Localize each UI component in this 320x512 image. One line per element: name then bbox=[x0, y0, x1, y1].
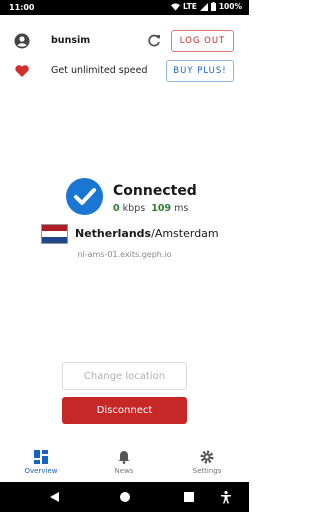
ping-unit: ms bbox=[174, 203, 189, 214]
nav-settings[interactable]: Settings bbox=[172, 450, 242, 475]
disconnect-button[interactable]: Disconnect bbox=[62, 397, 187, 424]
back-icon[interactable] bbox=[48, 490, 62, 504]
accessibility-icon[interactable] bbox=[219, 490, 233, 504]
home-icon[interactable] bbox=[118, 490, 132, 504]
buy-plus-button[interactable]: BUY PLUS! bbox=[166, 60, 234, 82]
netherlands-flag-icon bbox=[41, 224, 68, 244]
exit-host: nl-ams-01.exits.geph.io bbox=[77, 250, 172, 259]
nav-overview-label: Overview bbox=[24, 467, 58, 475]
battery-level: 100% bbox=[218, 2, 242, 11]
logout-button[interactable]: LOG OUT bbox=[171, 30, 234, 52]
location-country: Netherlands bbox=[75, 227, 152, 240]
nav-overview[interactable]: Overview bbox=[6, 450, 76, 475]
nav-news[interactable]: News bbox=[89, 450, 159, 475]
network-type: LTE bbox=[183, 2, 197, 11]
nav-news-label: News bbox=[114, 467, 134, 475]
status-time: 11:00 bbox=[9, 3, 35, 12]
battery-icon bbox=[210, 2, 216, 11]
gear-icon bbox=[200, 450, 214, 464]
system-nav-bar bbox=[0, 482, 249, 512]
location: Netherlands/Amsterdam bbox=[75, 227, 219, 240]
bell-icon bbox=[118, 451, 130, 464]
refresh-icon[interactable] bbox=[146, 33, 162, 49]
connection-title: Connected bbox=[113, 183, 197, 199]
heart-icon bbox=[15, 65, 29, 77]
location-city: Amsterdam bbox=[154, 227, 219, 240]
check-circle-icon bbox=[66, 178, 103, 215]
signal-icon bbox=[199, 2, 208, 11]
nav-settings-label: Settings bbox=[192, 467, 222, 475]
bottom-nav: Overview News Settings bbox=[0, 446, 249, 482]
account-icon bbox=[14, 33, 30, 49]
connection-status: Connected 0 kbps 109 ms Netherlands/Amst… bbox=[0, 176, 249, 276]
download-unit: kbps bbox=[122, 203, 146, 214]
connection-stats: 0 kbps 109 ms bbox=[113, 203, 188, 214]
recents-icon[interactable] bbox=[182, 490, 196, 504]
download-speed: 0 bbox=[113, 203, 120, 214]
wifi-icon bbox=[171, 2, 181, 11]
promo-row: Get unlimited speed BUY PLUS! bbox=[0, 57, 249, 85]
dashboard-icon bbox=[34, 450, 48, 464]
username: bunsim bbox=[51, 35, 91, 46]
promo-text: Get unlimited speed bbox=[51, 65, 148, 76]
change-location-button[interactable]: Change location bbox=[62, 362, 187, 390]
account-row: bunsim LOG OUT bbox=[0, 27, 249, 55]
status-bar: 11:00 LTE 100% bbox=[0, 0, 249, 15]
ping-value: 109 bbox=[151, 203, 172, 214]
status-indicators: LTE 100% bbox=[171, 2, 242, 11]
